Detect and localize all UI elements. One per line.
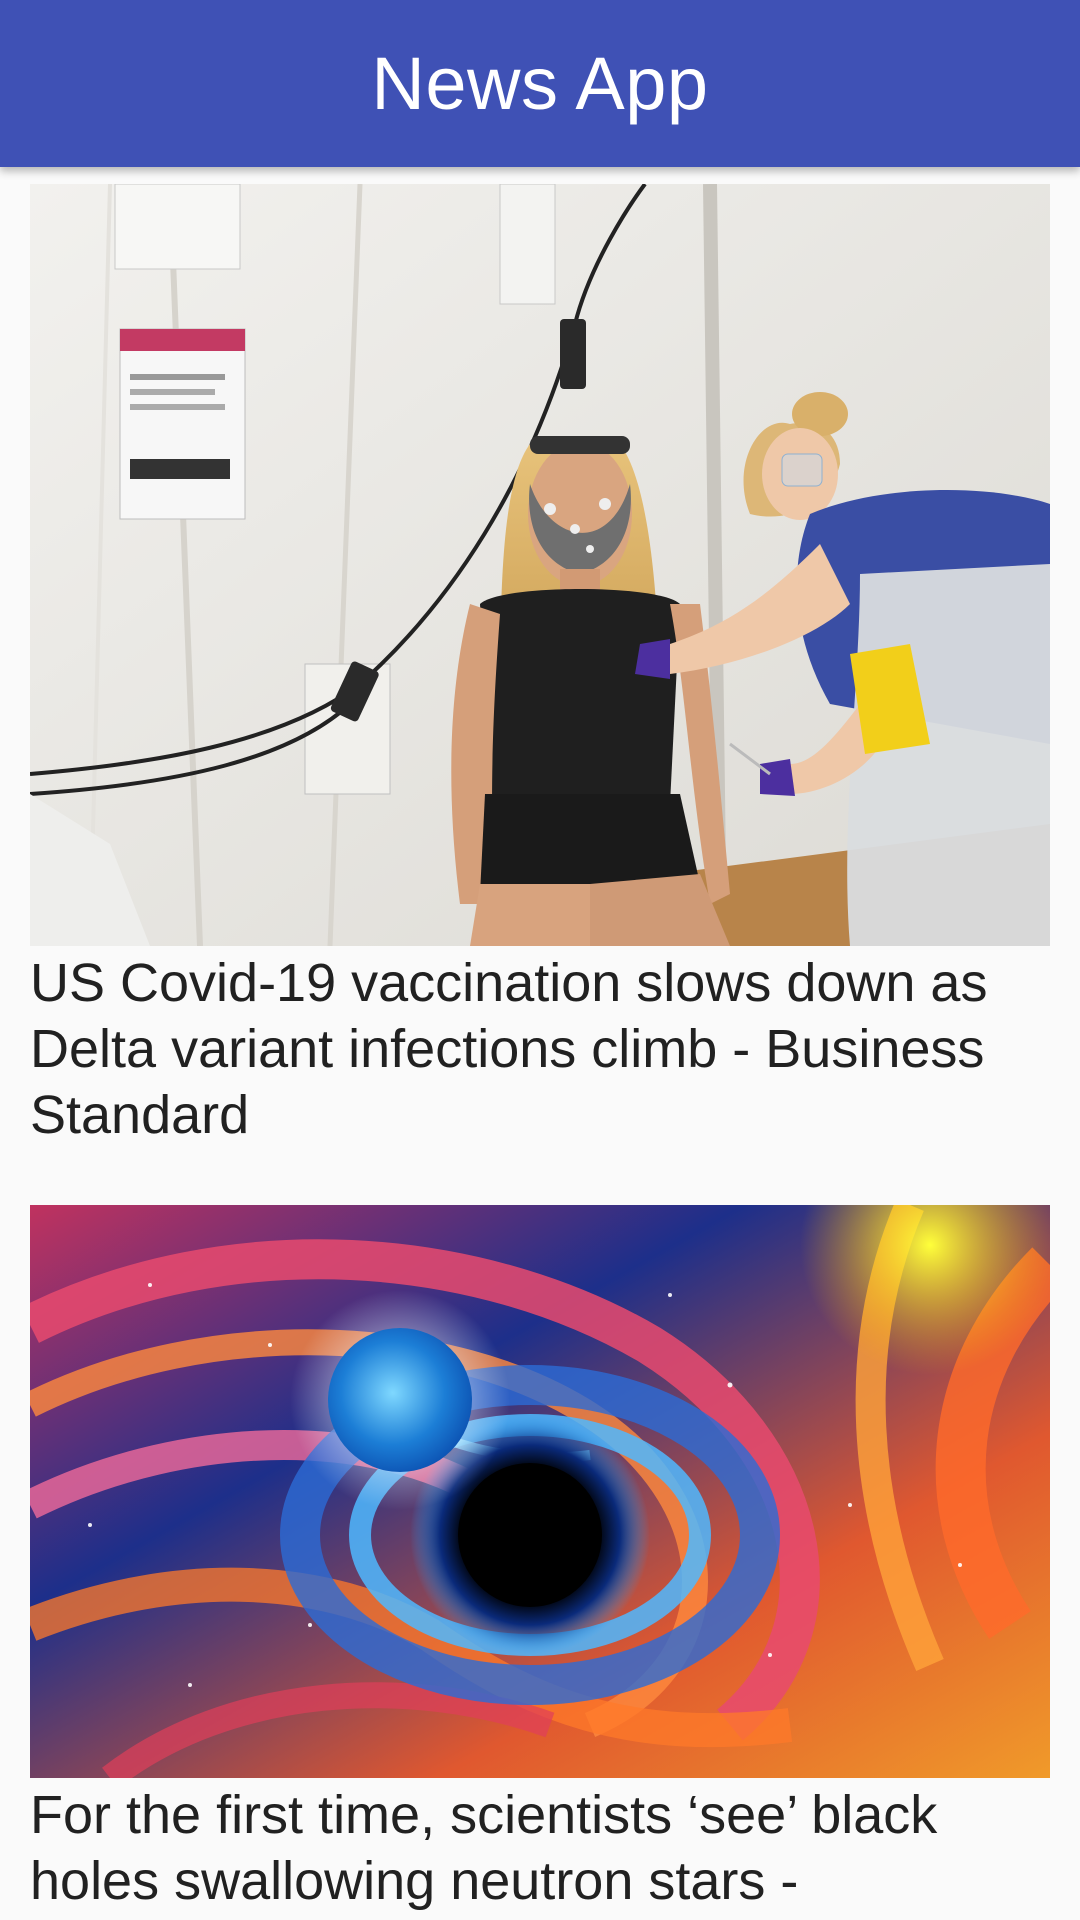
news-headline[interactable]: US Covid-19 vaccination slows down as De… [30,946,1050,1148]
news-article-card[interactable]: US Covid-19 vaccination slows down as De… [30,184,1050,1148]
app-bar: News App [0,0,1080,167]
black-hole-illustration[interactable] [30,1205,1050,1778]
app-title: News App [371,42,709,125]
news-headline[interactable]: For the first time, scientists ‘see’ bla… [30,1778,1050,1914]
vaccination-photo[interactable] [30,184,1050,946]
news-article-card[interactable]: For the first time, scientists ‘see’ bla… [30,1205,1050,1914]
news-feed-list[interactable]: US Covid-19 vaccination slows down as De… [0,167,1080,1920]
